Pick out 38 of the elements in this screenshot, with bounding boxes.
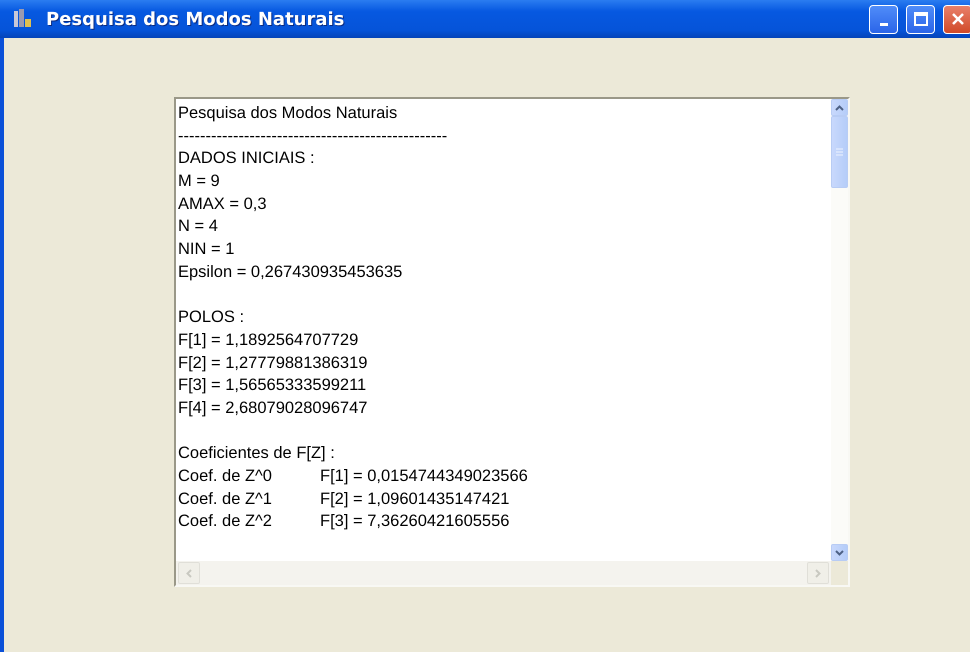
output-line: N = 4 (178, 216, 218, 238)
output-text-area[interactable] (174, 97, 850, 587)
maximize-button[interactable] (906, 4, 935, 34)
output-line: AMAX = 0,3 (178, 194, 267, 215)
output-line: NIN = 1 (178, 239, 234, 260)
output-line: POLOS : (178, 307, 244, 328)
caret-up-icon (835, 104, 844, 110)
coefficient-value: F[1] = 0,0154744349023566 (320, 466, 528, 487)
close-icon (950, 12, 964, 26)
app-icon (12, 9, 32, 29)
output-line: Coeficientes de F[Z] : (178, 443, 335, 464)
caret-left-icon (186, 568, 192, 578)
scroll-thumb[interactable] (831, 116, 848, 188)
caret-down-icon (835, 550, 844, 556)
minimize-icon (880, 22, 888, 26)
output-line: Epsilon = 0,267430935453635 (178, 262, 402, 283)
coefficient-label: Coef. de Z^1 (178, 488, 273, 510)
output-line: M = 9 (178, 171, 220, 192)
coefficient-value: F[2] = 1,09601435147421 (320, 488, 510, 510)
coefficient-value: F[3] = 7,36260421605556 (320, 511, 510, 532)
output-line: F[2] = 1,27779881386319 (178, 352, 368, 374)
vertical-scrollbar[interactable] (831, 99, 848, 561)
scroll-down-button[interactable] (831, 544, 848, 561)
scrollbar-corner (831, 561, 848, 585)
output-line: F[3] = 1,56565333599211 (178, 375, 366, 396)
maximize-icon (912, 11, 928, 27)
output-line: DADOS INICIAIS : (178, 148, 315, 170)
coefficient-label: Coef. de Z^0 (178, 466, 273, 487)
output-line: ------------------------------------------------- (178, 126, 448, 147)
output-line: F[4] = 2,68079028096747 (178, 398, 368, 419)
window-title: Pesquisa dos Modos Naturais (46, 8, 346, 30)
output-line: Pesquisa dos Modos Naturais (178, 103, 398, 124)
coefficient-label: Coef. de Z^2 (178, 511, 273, 532)
scroll-up-button[interactable] (831, 99, 848, 116)
caret-right-icon (815, 568, 821, 578)
close-button[interactable] (943, 4, 970, 34)
output-line: F[1] = 1,1892564707729 (178, 330, 358, 351)
minimize-button[interactable] (869, 4, 898, 34)
